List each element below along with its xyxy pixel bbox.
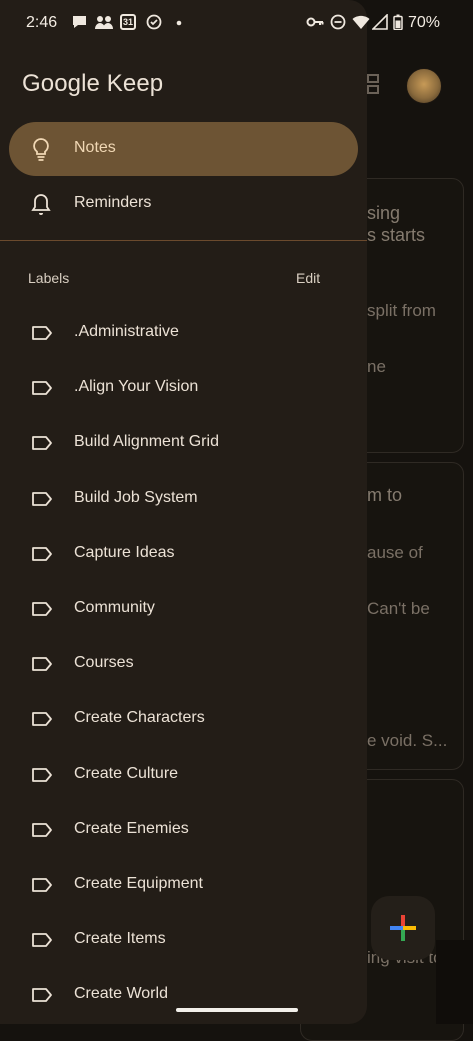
label-item[interactable]: .Administrative: [0, 309, 367, 357]
battery-percentage: 70%: [408, 14, 441, 31]
label-item-text: .Align Your Vision: [74, 378, 199, 396]
plus-icon: [390, 915, 416, 941]
label-item-text: Capture Ideas: [74, 543, 175, 561]
label-item-text: Create Items: [74, 930, 166, 948]
note-title-fragment: s starts: [367, 225, 426, 245]
status-time: 2:46: [26, 14, 58, 31]
do-not-disturb-icon: [330, 14, 346, 30]
label-item[interactable]: Courses: [0, 640, 367, 688]
label-icon: [32, 767, 52, 782]
bell-icon: [31, 194, 51, 215]
label-icon: [32, 436, 52, 451]
people-notification-icon: [95, 16, 113, 29]
label-item[interactable]: Create Equipment: [0, 861, 367, 909]
note-body-fragment: split from: [367, 301, 436, 320]
label-item-text: Build Job System: [74, 488, 198, 506]
label-item-text: Create Characters: [74, 709, 205, 727]
label-item[interactable]: Create Characters: [0, 695, 367, 743]
task-done-notification-icon: [146, 14, 162, 30]
label-icon: [32, 657, 52, 672]
label-icon: [32, 878, 52, 892]
label-icon: [32, 491, 52, 506]
label-icon: [32, 712, 52, 727]
new-note-button[interactable]: [371, 896, 435, 960]
label-item[interactable]: Create World: [0, 971, 367, 1019]
section-divider: [0, 240, 367, 241]
labels-section-title: Labels: [28, 270, 70, 286]
note-title-fragment: sing: [367, 203, 401, 223]
edit-labels-button[interactable]: Edit: [296, 270, 320, 286]
battery-icon: [393, 14, 403, 30]
calendar-notification-icon: 31: [120, 14, 136, 30]
note-body-fragment: ne: [367, 357, 386, 376]
label-icon: [32, 546, 52, 561]
account-avatar[interactable]: [406, 68, 442, 104]
label-icon: [32, 933, 52, 948]
navigation-drawer: Google Keep Notes Reminders Labels Edit …: [0, 0, 367, 1024]
cell-signal-icon: [372, 14, 388, 30]
label-icon: [32, 988, 52, 1003]
label-item-text: .Administrative: [74, 323, 179, 340]
grid-view-icon[interactable]: [366, 73, 380, 95]
label-item-text: Courses: [74, 654, 134, 672]
label-item-text: Create World: [74, 985, 168, 1003]
gesture-home-bar[interactable]: [176, 1008, 298, 1012]
label-item-text: Create Culture: [74, 764, 179, 782]
vpn-key-icon: [306, 17, 324, 27]
status-bar: 2:46 31 70%: [0, 0, 473, 44]
nav-label-notes: Notes: [74, 139, 116, 156]
label-icon: [32, 326, 52, 340]
label-item-text: Create Enemies: [74, 819, 189, 837]
app-title: Google Keep: [22, 70, 164, 97]
label-item[interactable]: Build Job System: [0, 475, 367, 523]
nav-label-reminders: Reminders: [74, 194, 152, 211]
note-body-fragment: Can't be: [367, 599, 430, 618]
label-item[interactable]: Create Enemies: [0, 806, 367, 854]
label-icon: [32, 381, 52, 396]
nav-item-notes[interactable]: Notes: [0, 122, 367, 176]
more-notifications-dot-icon: [176, 20, 182, 26]
label-item-text: Build Alignment Grid: [74, 433, 219, 451]
label-item-text: Community: [74, 599, 155, 616]
label-item[interactable]: Community: [0, 585, 367, 633]
lightbulb-icon: [33, 138, 49, 161]
label-icon: [32, 602, 52, 616]
label-item-text: Create Equipment: [74, 875, 203, 892]
note-body-fragment: ause of: [367, 543, 423, 562]
label-icon: [32, 822, 52, 837]
wifi-icon: [352, 15, 370, 29]
note-body-fragment: e void. S...: [367, 731, 448, 750]
label-item[interactable]: Capture Ideas: [0, 530, 367, 578]
bottom-panel-edge: [436, 940, 473, 1024]
nav-item-reminders[interactable]: Reminders: [0, 177, 367, 231]
label-item[interactable]: Build Alignment Grid: [0, 419, 367, 467]
note-title-fragment: m to: [367, 485, 403, 505]
label-item[interactable]: .Align Your Vision: [0, 364, 367, 412]
chat-notification-icon: [73, 16, 86, 28]
label-item[interactable]: Create Culture: [0, 751, 367, 799]
label-item[interactable]: Create Items: [0, 916, 367, 964]
